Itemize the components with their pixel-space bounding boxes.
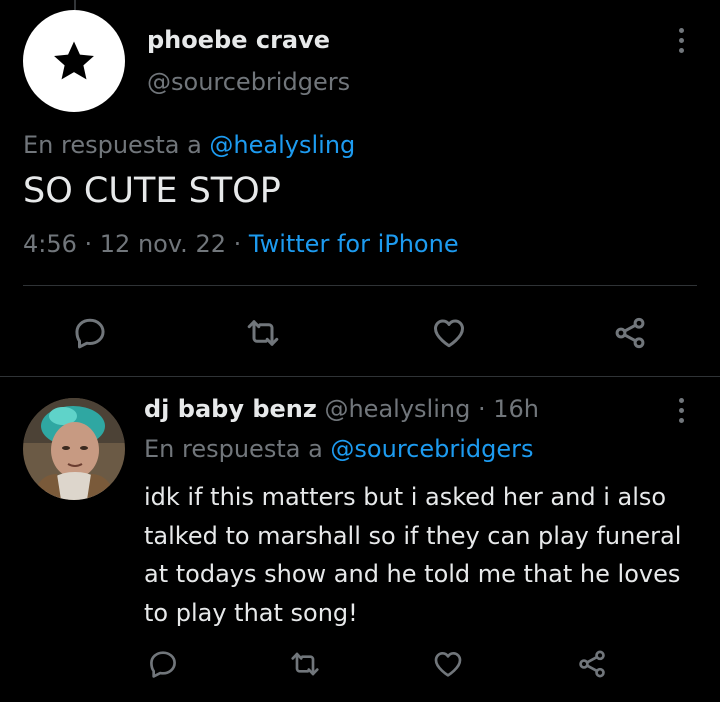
reply-header: dj baby benz @healysling · 16h bbox=[144, 395, 539, 423]
reply-button[interactable] bbox=[72, 315, 108, 351]
like-button[interactable] bbox=[432, 648, 464, 680]
reply-icon bbox=[75, 318, 105, 349]
retweet-icon bbox=[291, 652, 319, 676]
avatar[interactable] bbox=[23, 10, 125, 112]
share-button[interactable] bbox=[575, 648, 609, 680]
reply-context: En respuesta a @healysling bbox=[23, 131, 355, 159]
divider bbox=[0, 376, 720, 377]
tweet-meta: 4:56 · 12 nov. 22 · Twitter for iPhone bbox=[23, 230, 459, 258]
reply-button[interactable] bbox=[147, 648, 179, 680]
reply-prefix: En respuesta a bbox=[23, 131, 202, 159]
more-dot bbox=[678, 418, 684, 423]
more-options-button[interactable] bbox=[676, 398, 686, 423]
more-dot bbox=[678, 408, 684, 413]
tweet-text: SO CUTE STOP bbox=[23, 171, 281, 211]
more-dot bbox=[678, 28, 684, 33]
share-icon bbox=[579, 650, 605, 678]
star-icon bbox=[54, 41, 94, 80]
tweet-timestamp[interactable]: 4:56 · 12 nov. 22 · bbox=[23, 230, 249, 258]
like-icon bbox=[434, 319, 464, 348]
tweet-text: idk if this matters but i asked her and … bbox=[144, 483, 682, 627]
display-name[interactable]: phoebe crave bbox=[147, 26, 330, 54]
reply-icon bbox=[150, 651, 176, 678]
reply-context: En respuesta a @sourcebridgers bbox=[144, 435, 534, 463]
like-button[interactable] bbox=[431, 315, 467, 351]
retweet-button[interactable] bbox=[244, 315, 282, 351]
like-icon bbox=[434, 652, 462, 677]
more-dot bbox=[678, 398, 684, 403]
handle-and-time[interactable]: @healysling · 16h bbox=[324, 395, 538, 423]
display-name[interactable]: dj baby benz bbox=[144, 395, 317, 423]
more-dot bbox=[678, 48, 684, 53]
share-icon bbox=[615, 317, 645, 349]
tweet-source-link[interactable]: Twitter for iPhone bbox=[249, 230, 459, 258]
retweet-button[interactable] bbox=[288, 648, 322, 680]
user-photo bbox=[23, 398, 125, 500]
retweet-icon bbox=[247, 320, 279, 346]
share-button[interactable] bbox=[611, 315, 649, 351]
reply-prefix: En respuesta a bbox=[144, 435, 323, 463]
reply-to-link[interactable]: @sourcebridgers bbox=[330, 435, 533, 463]
reply-to-link[interactable]: @healysling bbox=[209, 131, 355, 159]
user-handle[interactable]: @sourcebridgers bbox=[147, 68, 350, 96]
more-dot bbox=[678, 38, 684, 43]
divider bbox=[23, 285, 697, 286]
thread-connector-line bbox=[74, 0, 76, 10]
more-options-button[interactable] bbox=[676, 28, 686, 53]
avatar[interactable] bbox=[23, 398, 125, 500]
